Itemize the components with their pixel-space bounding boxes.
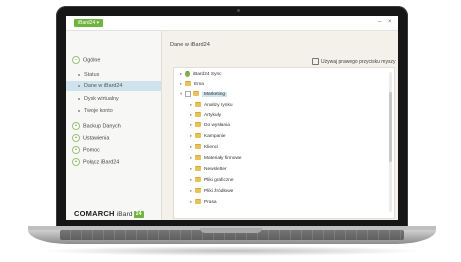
hint-text: Używaj prawego przycisku myszy [321, 58, 396, 65]
folder-icon [195, 144, 201, 150]
comarch-ibard-logo: COMARCH iBard 24 [74, 209, 144, 218]
tree-node-label: Marketing [202, 92, 228, 97]
expand-icon: + [72, 146, 80, 154]
folder-icon [193, 91, 199, 97]
app-window: iBard24 ▾ – × − Ogólne Status Dane w iBar… [66, 16, 398, 220]
tree-node-analizy[interactable]: ▸ Analizy rynku [190, 101, 233, 109]
sidebar-item-ustawienia[interactable]: + Ustawienia [72, 134, 109, 142]
tree-node-prasa[interactable]: ▸ Prasa [190, 198, 217, 206]
expand-icon: + [72, 158, 80, 166]
tree-node-label: Ema [194, 82, 204, 87]
folder-icon [195, 102, 201, 108]
sidebar-item-status[interactable]: Status [78, 72, 99, 78]
sidebar-item-label: Dane w iBard24 [84, 83, 123, 89]
tree-node-ibard24-sync[interactable]: ▸ iBard24 Sync [180, 70, 222, 78]
sidebar-item-pomoc[interactable]: + Pomoc [72, 146, 100, 154]
tree-node-marketing[interactable]: ▾ Marketing [180, 90, 228, 98]
folder-icon [195, 188, 201, 194]
tree-node-materialy[interactable]: ▸ Materiały firmowe [190, 154, 242, 162]
folder-icon [195, 166, 201, 172]
tree-node-label: Klienci [204, 145, 219, 150]
tree-node-label: Analizy rynku [204, 103, 233, 108]
main-panel: Dane w iBard24 Używaj prawego przycisku … [162, 31, 398, 220]
tree-node-do-wyslania[interactable]: ▸ Do wysłania [190, 121, 230, 129]
folder-icon [195, 199, 201, 205]
folder-icon [195, 112, 201, 118]
sidebar-item-backup[interactable]: + Backup Danych [72, 122, 121, 130]
folder-icon [195, 155, 201, 161]
tree-node-label: Kampanie [204, 134, 226, 139]
scrollbar-thumb[interactable] [389, 92, 392, 162]
tree-node-label: Newsletter [204, 167, 227, 172]
sidebar-item-dane[interactable]: Dane w iBard24 [78, 83, 122, 89]
title-bar: iBard24 ▾ – × [66, 16, 398, 31]
bullet-icon [78, 84, 80, 87]
logo-brand: COMARCH [74, 209, 115, 218]
tree-node-label: Artykuły [204, 113, 222, 118]
sidebar: − Ogólne Status Dane w iBard24 Dysk wirtu… [66, 31, 162, 220]
tree-node-pliki-zrodlowe[interactable]: ▸ Pliki źródłowe [190, 187, 233, 195]
tree-node-label: Pliki graficzne [204, 178, 234, 183]
webcam [237, 9, 240, 12]
bullet-icon [78, 109, 80, 112]
cloud-folder-icon [185, 70, 190, 77]
page-title: Dane w iBard24 [170, 42, 210, 48]
context-hint: Używaj prawego przycisku myszy [312, 58, 395, 65]
sidebar-item-label: Pomoc [83, 147, 100, 154]
sidebar-item-label: Dysk wirtualny [84, 96, 119, 102]
expand-icon: + [72, 122, 80, 130]
tree-node-label: Pliki źródłowe [204, 189, 234, 194]
checkbox[interactable] [185, 90, 191, 97]
app-menu-button[interactable]: iBard24 ▾ [74, 19, 104, 27]
folder-icon [195, 177, 201, 183]
folder-tree: ▸ iBard24 Sync ▸ Ema ▾ Marketing ▸ Analizy r… [173, 67, 395, 219]
logo-product: iBard [116, 211, 133, 218]
tree-node-label: Prasa [204, 200, 217, 205]
tree-node-ema[interactable]: ▸ Ema [180, 80, 204, 88]
tree-node-label: Do wysłania [204, 123, 230, 128]
close-button[interactable]: × [388, 18, 392, 26]
tree-node-klienci[interactable]: ▸ Klienci [190, 143, 218, 151]
expand-icon: + [72, 134, 80, 142]
sidebar-item-ogolne[interactable]: − Ogólne [72, 56, 100, 64]
sidebar-item-polacz[interactable]: + Połącz iBard24 [72, 158, 119, 166]
bullet-icon [78, 97, 80, 100]
mouse-icon [312, 58, 319, 65]
sidebar-item-konto[interactable]: Twoje konto [78, 108, 113, 114]
tree-node-label: Materiały firmowe [204, 156, 242, 161]
tree-node-pliki-graficzne[interactable]: ▸ Pliki graficzne [190, 176, 234, 184]
sidebar-item-label: Twoje konto [84, 108, 113, 114]
sidebar-item-label: Ustawienia [83, 135, 110, 142]
sidebar-item-label: Status [84, 72, 100, 78]
collapse-icon: − [72, 56, 80, 64]
laptop-shadow [40, 246, 424, 256]
tree-node-label: iBard24 Sync [193, 72, 222, 77]
folder-icon [195, 122, 201, 128]
bullet-icon [78, 73, 80, 76]
logo-mark: 24 [133, 210, 144, 218]
minimize-button[interactable]: – [378, 18, 381, 26]
tree-node-newsletter[interactable]: ▸ Newsletter [190, 165, 227, 173]
folder-icon [185, 81, 191, 87]
laptop-lid-notch [200, 228, 262, 233]
sidebar-item-label: Połącz iBard24 [83, 159, 120, 166]
sidebar-item-label: Ogólne [83, 57, 101, 64]
tree-node-artykuly[interactable]: ▸ Artykuły [190, 111, 221, 119]
sidebar-item-label: Backup Danych [83, 123, 121, 130]
folder-icon [195, 133, 201, 139]
tree-node-kampanie[interactable]: ▸ Kampanie [190, 132, 226, 140]
sidebar-item-dysk[interactable]: Dysk wirtualny [78, 96, 119, 102]
